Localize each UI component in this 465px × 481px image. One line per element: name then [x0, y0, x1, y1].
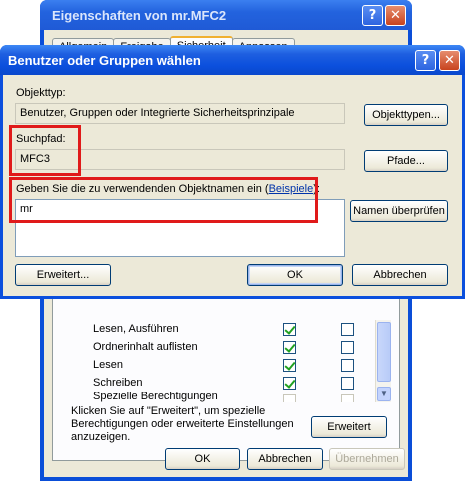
advanced-button[interactable]: Erweitert [311, 416, 387, 438]
search-path-highlight [9, 125, 81, 176]
ok-button[interactable]: OK [247, 264, 343, 286]
advanced-hint-text: Klicken Sie auf "Erweitert", um speziell… [71, 405, 294, 443]
check-names-button[interactable]: Namen überprüfen [350, 200, 448, 222]
help-icon[interactable]: ? [415, 49, 436, 71]
close-icon[interactable]: ✕ [439, 49, 460, 71]
deny-checkbox[interactable] [341, 358, 354, 372]
permission-name: Spezielle Berechtigungen [93, 392, 218, 402]
dialog-body: Objekttyp: Benutzer, Gruppen oder Integr… [3, 75, 462, 296]
permission-row: Ordnerinhalt auflisten [69, 338, 369, 356]
properties-title: Eigenschaften von mr.MFC2 [52, 7, 227, 23]
dialog-title-bar: Benutzer oder Gruppen wählen ? ✕ [0, 45, 465, 75]
deny-checkbox[interactable] [341, 322, 354, 336]
properties-title-bar: Eigenschaften von mr.MFC2 ? ✕ [40, 0, 412, 30]
scroll-down-icon[interactable]: ▼ [377, 387, 391, 401]
permission-name: Schreiben [93, 377, 143, 389]
allow-checkbox[interactable] [283, 394, 296, 402]
cancel-button[interactable]: Abbrechen [352, 264, 448, 286]
cancel-button[interactable]: Abbrechen [247, 448, 323, 470]
permission-row: Lesen [69, 356, 369, 374]
permission-name: Lesen [93, 359, 123, 371]
object-type-field: Benutzer, Gruppen oder Integrierte Siche… [15, 103, 345, 124]
permissions-list: Lesen, Ausführen Ordnerinhalt auflisten … [69, 320, 391, 402]
deny-checkbox[interactable] [341, 340, 354, 354]
names-input-highlight [9, 177, 318, 223]
allow-checkbox[interactable] [283, 376, 296, 390]
permission-name: Lesen, Ausführen [93, 323, 179, 335]
object-types-button[interactable]: Objekttypen... [364, 104, 448, 126]
paths-button[interactable]: Pfade... [364, 150, 448, 172]
dialog-title: Benutzer oder Gruppen wählen [8, 52, 201, 68]
allow-checkbox[interactable] [283, 340, 296, 354]
close-icon[interactable]: ✕ [385, 4, 406, 26]
permissions-scrollbar[interactable]: ▼ [375, 320, 391, 402]
help-icon[interactable]: ? [362, 4, 383, 26]
permission-name: Ordnerinhalt auflisten [93, 341, 198, 353]
allow-checkbox[interactable] [283, 358, 296, 372]
deny-checkbox[interactable] [341, 376, 354, 390]
scrollbar-thumb[interactable] [377, 322, 391, 382]
permission-row: Spezielle Berechtigungen [69, 392, 369, 402]
object-type-label: Objekttyp: [16, 87, 66, 99]
apply-button[interactable]: Übernehmen [329, 448, 405, 470]
select-users-dialog: Benutzer oder Gruppen wählen ? ✕ Objektt… [0, 45, 465, 299]
deny-checkbox[interactable] [341, 394, 354, 402]
advanced-button[interactable]: Erweitert... [15, 264, 111, 286]
permission-row: Lesen, Ausführen [69, 320, 369, 338]
allow-checkbox[interactable] [283, 322, 296, 336]
permission-row: Schreiben [69, 374, 369, 392]
ok-button[interactable]: OK [165, 448, 240, 470]
